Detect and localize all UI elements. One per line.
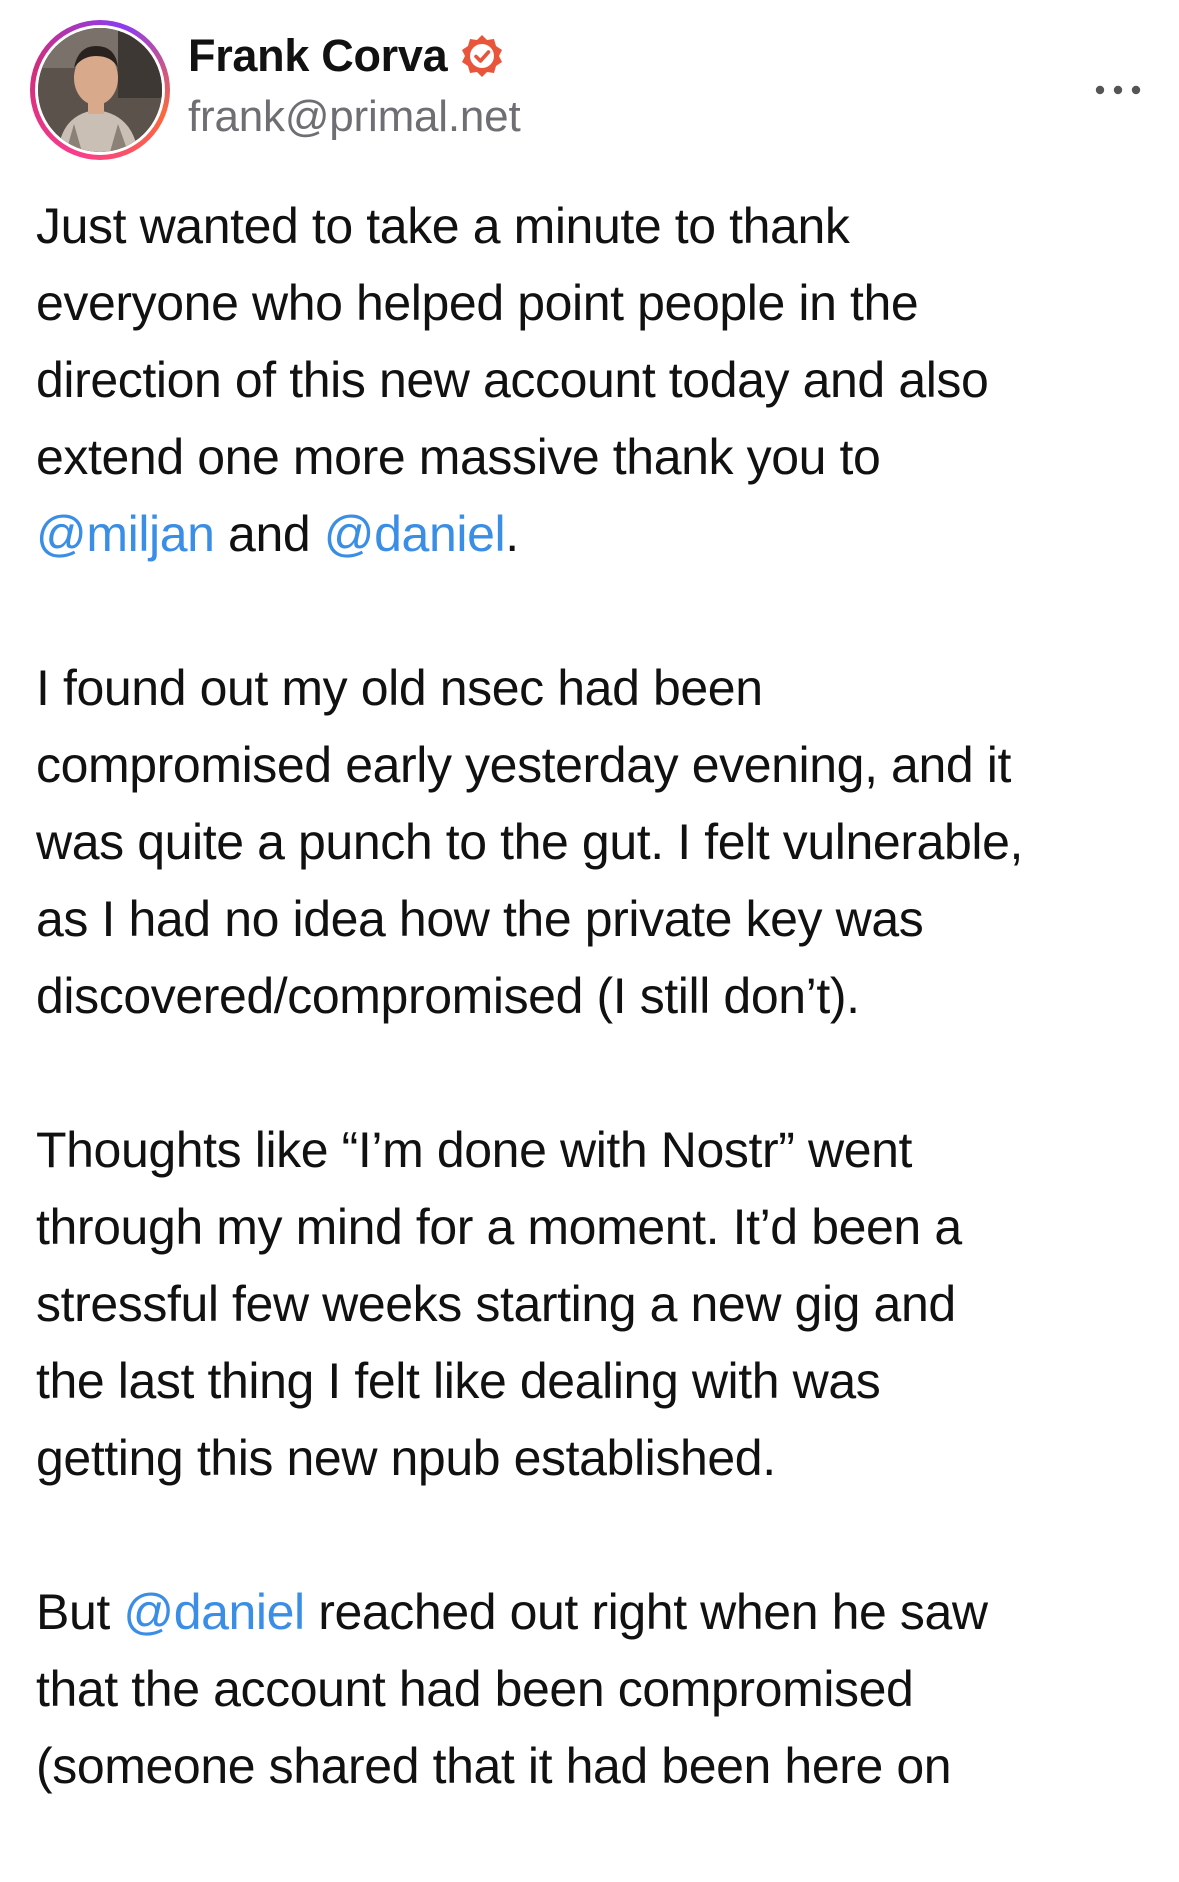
- text-line: was quite a punch to the gut. I felt vul…: [36, 814, 1024, 870]
- post-paragraph-4: But @daniel reached out right when he sa…: [36, 1574, 1156, 1805]
- text-line: discovered/compromised (I still don’t).: [36, 968, 860, 1024]
- author-name-row: Frank Corva: [188, 28, 505, 84]
- text-line: @miljan and @daniel.: [36, 496, 1156, 573]
- text-line: as I had no idea how the private key was: [36, 891, 924, 947]
- mention-link-daniel[interactable]: @daniel: [123, 1584, 305, 1640]
- text-line: everyone who helped point people in the: [36, 275, 919, 331]
- text-line: stressful few weeks starting a new gig a…: [36, 1276, 956, 1332]
- post-header: Frank Corva frank@primal.net: [0, 0, 1179, 170]
- avatar[interactable]: [30, 20, 170, 160]
- mention-link-miljan[interactable]: @miljan: [36, 506, 215, 562]
- more-options-button[interactable]: [1090, 70, 1146, 110]
- text-line: I found out my old nsec had been: [36, 660, 763, 716]
- author-display-name[interactable]: Frank Corva: [188, 30, 448, 82]
- text-line: Thoughts like “I’m done with Nostr” went: [36, 1122, 913, 1178]
- text-fragment: But: [36, 1584, 124, 1640]
- text-line: that the account had been compromised: [36, 1661, 914, 1717]
- text-line: the last thing I felt like dealing with …: [36, 1353, 881, 1409]
- text-line: getting this new npub established.: [36, 1430, 776, 1486]
- text-line: (someone shared that it had been here on: [36, 1738, 952, 1794]
- avatar-photo: [38, 28, 162, 152]
- post-body: Just wanted to take a minute to thank ev…: [36, 188, 1156, 1882]
- text-line: through my mind for a moment. It’d been …: [36, 1199, 962, 1255]
- text-line: Just wanted to take a minute to thank: [36, 198, 850, 254]
- author-handle[interactable]: frank@primal.net: [188, 92, 521, 142]
- text-line: direction of this new account today and …: [36, 352, 989, 408]
- text-fragment: .: [505, 506, 519, 562]
- post-paragraph-3: Thoughts like “I’m done with Nostr” went…: [36, 1112, 1156, 1497]
- avatar-image: [38, 28, 162, 152]
- text-fragment: and: [214, 506, 324, 562]
- text-line: extend one more massive thank you to: [36, 429, 881, 485]
- mention-link-daniel[interactable]: @daniel: [324, 506, 506, 562]
- ellipsis-icon: [1095, 85, 1141, 95]
- text-line: compromised early yesterday evening, and…: [36, 737, 1011, 793]
- text-fragment: reached out right when he saw: [304, 1584, 988, 1640]
- verified-badge-icon: [459, 33, 505, 79]
- post-paragraph-1: Just wanted to take a minute to thank ev…: [36, 188, 1156, 573]
- post-paragraph-2: I found out my old nsec had been comprom…: [36, 650, 1156, 1035]
- text-line: But @daniel reached out right when he sa…: [36, 1574, 1156, 1651]
